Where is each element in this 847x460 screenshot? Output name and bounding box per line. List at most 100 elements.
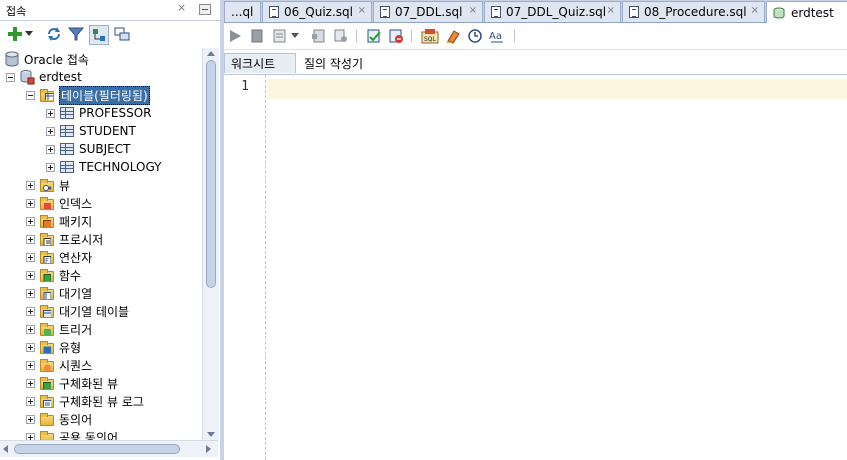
tree-node-label: SUBJECT <box>79 142 131 156</box>
expand-toggle-icon[interactable] <box>26 378 35 388</box>
sql-history-icon[interactable] <box>466 27 484 45</box>
database-icon <box>4 51 20 67</box>
tree-node-tables-folder[interactable]: 테이블(필터링됨) <box>26 85 150 105</box>
tree-node-sequences-folder[interactable]: 시퀀스 <box>26 356 92 374</box>
tree-node-oracle-connections[interactable]: Oracle 접속 <box>4 50 89 68</box>
rollback-icon[interactable] <box>387 27 405 45</box>
add-connection-icon[interactable] <box>6 25 24 43</box>
tab-label: 08_Procedure.sql <box>644 5 747 19</box>
run-statement-icon[interactable] <box>226 27 244 45</box>
tab-07-ddl-sql[interactable]: 07_DDL.sql × <box>373 1 483 22</box>
expand-toggle-icon[interactable] <box>46 144 55 154</box>
expand-toggle-icon[interactable] <box>26 180 35 190</box>
tree-node-table[interactable]: STUDENT <box>46 122 136 140</box>
scroll-right-arrow-icon[interactable] <box>206 445 211 453</box>
tree-node-procedures-folder[interactable]: 프로시저 <box>26 230 103 248</box>
expand-toggle-icon[interactable] <box>26 270 35 280</box>
toolbar-separator <box>514 29 515 43</box>
dropdown-arrow-icon[interactable] <box>24 25 34 43</box>
tab-label: erdtest <box>791 5 834 20</box>
expand-toggle-icon[interactable] <box>26 432 35 440</box>
expand-toggle-icon[interactable] <box>26 342 35 352</box>
current-line-highlight[interactable] <box>268 79 847 99</box>
autotrace-icon[interactable] <box>310 27 328 45</box>
scroll-left-arrow-icon[interactable] <box>3 445 8 453</box>
minimize-panel-icon[interactable] <box>199 4 211 15</box>
tree-node-label: TECHNOLOGY <box>79 160 162 174</box>
close-tab-icon[interactable]: × <box>607 5 615 16</box>
close-panel-icon[interactable]: × <box>177 1 186 14</box>
expand-toggle-icon[interactable] <box>26 396 35 406</box>
commit-icon[interactable] <box>365 27 383 45</box>
close-tab-icon[interactable]: × <box>358 5 366 16</box>
tree-node-queue-tables-folder[interactable]: 대기열 테이블 <box>26 302 129 320</box>
filter-icon[interactable] <box>67 25 85 43</box>
collapse-toggle-icon[interactable] <box>6 72 15 82</box>
tree-node-label: 구체화된 뷰 로그 <box>59 394 144 409</box>
close-tab-icon[interactable]: × <box>469 5 477 16</box>
run-script-icon[interactable] <box>248 27 266 45</box>
expand-toggle-icon[interactable] <box>26 198 35 208</box>
expand-toggle-icon[interactable] <box>46 126 55 136</box>
tree-node-public-synonyms-folder[interactable]: 공용 동의어 <box>26 428 118 440</box>
tree-node-views-folder[interactable]: 뷰 <box>26 176 70 194</box>
expand-toggle-icon[interactable] <box>26 288 35 298</box>
tab-worksheet[interactable]: 워크시트 <box>224 53 296 73</box>
tab-query-builder[interactable]: 질의 작성기 <box>298 53 369 73</box>
tree-node-label: Oracle 접속 <box>24 52 89 67</box>
tree-node-table[interactable]: PROFESSOR <box>46 104 152 122</box>
tree-node-packages-folder[interactable]: 패키지 <box>26 212 92 230</box>
tab-truncated-sql[interactable]: ...ql <box>224 1 261 22</box>
explain-plan-icon[interactable] <box>271 27 289 45</box>
schema-browser-icon[interactable] <box>89 25 109 45</box>
sql-tuning-icon[interactable] <box>332 27 350 45</box>
expand-toggle-icon[interactable] <box>46 108 55 118</box>
tree-node-mview-logs-folder[interactable]: 구체화된 뷰 로그 <box>26 392 144 410</box>
expand-toggle-icon[interactable] <box>26 414 35 424</box>
sql-editor[interactable]: 1 <box>224 75 847 460</box>
tree-node-types-folder[interactable]: 유형 <box>26 338 81 356</box>
expand-toggle-icon[interactable] <box>26 324 35 334</box>
tree-node-mviews-folder[interactable]: 구체화된 뷰 <box>26 374 118 392</box>
tab-label: ...ql <box>231 5 254 19</box>
tree-node-synonyms-folder[interactable]: 동의어 <box>26 410 92 428</box>
tree-node-indexes-folder[interactable]: 인덱스 <box>26 194 92 212</box>
tab-08-procedure-sql[interactable]: 08_Procedure.sql × <box>622 1 765 22</box>
tab-erdtest[interactable]: erdtest <box>766 1 847 23</box>
close-tab-icon[interactable]: × <box>751 5 759 16</box>
tree-node-operators-folder[interactable]: F 연산자 <box>26 248 92 266</box>
tree-node-table[interactable]: TECHNOLOGY <box>46 158 161 176</box>
format-case-icon[interactable]: Aa <box>488 27 506 45</box>
table-icon <box>59 141 75 157</box>
tree-node-label: PROFESSOR <box>79 106 152 120</box>
expand-toggle-icon[interactable] <box>26 234 35 244</box>
expand-toggle-icon[interactable] <box>26 252 35 262</box>
clear-icon[interactable] <box>444 27 462 45</box>
tree-node-table[interactable]: SUBJECT <box>46 140 130 158</box>
tab-06-quiz-sql[interactable]: 06_Quiz.sql × <box>262 1 372 22</box>
explain-dropdown-icon[interactable] <box>290 27 300 45</box>
worksheet-subtabs: 워크시트 질의 작성기 <box>224 53 847 75</box>
manage-connections-icon[interactable] <box>113 25 131 43</box>
tree-vertical-scrollbar[interactable] <box>202 48 219 440</box>
scroll-down-arrow-icon[interactable] <box>207 432 215 437</box>
scrollbar-thumb[interactable] <box>14 444 180 454</box>
expand-toggle-icon[interactable] <box>46 162 55 172</box>
svg-text:F: F <box>45 257 49 263</box>
expand-toggle-icon[interactable] <box>26 216 35 226</box>
tab-07-ddl-quiz-sql[interactable]: 07_DDL_Quiz.sql × <box>484 1 621 22</box>
tree-node-connection-erdtest[interactable]: erdtest <box>6 68 82 86</box>
expand-toggle-icon[interactable] <box>26 306 35 316</box>
tree-node-label: STUDENT <box>79 124 136 138</box>
collapse-toggle-icon[interactable] <box>26 90 35 100</box>
refresh-icon[interactable] <box>45 25 63 43</box>
tree-node-triggers-folder[interactable]: 트리거 <box>26 320 92 338</box>
scrollbar-thumb[interactable] <box>206 60 216 288</box>
tree-node-queues-folder[interactable]: 대기열 <box>26 284 92 302</box>
tree-horizontal-scrollbar[interactable] <box>0 440 218 457</box>
scroll-up-arrow-icon[interactable] <box>207 51 215 56</box>
unshared-sql-icon[interactable]: SQL <box>421 27 439 45</box>
table-folder-icon <box>39 87 55 103</box>
tree-node-functions-folder[interactable]: 함수 <box>26 266 81 284</box>
expand-toggle-icon[interactable] <box>26 360 35 370</box>
